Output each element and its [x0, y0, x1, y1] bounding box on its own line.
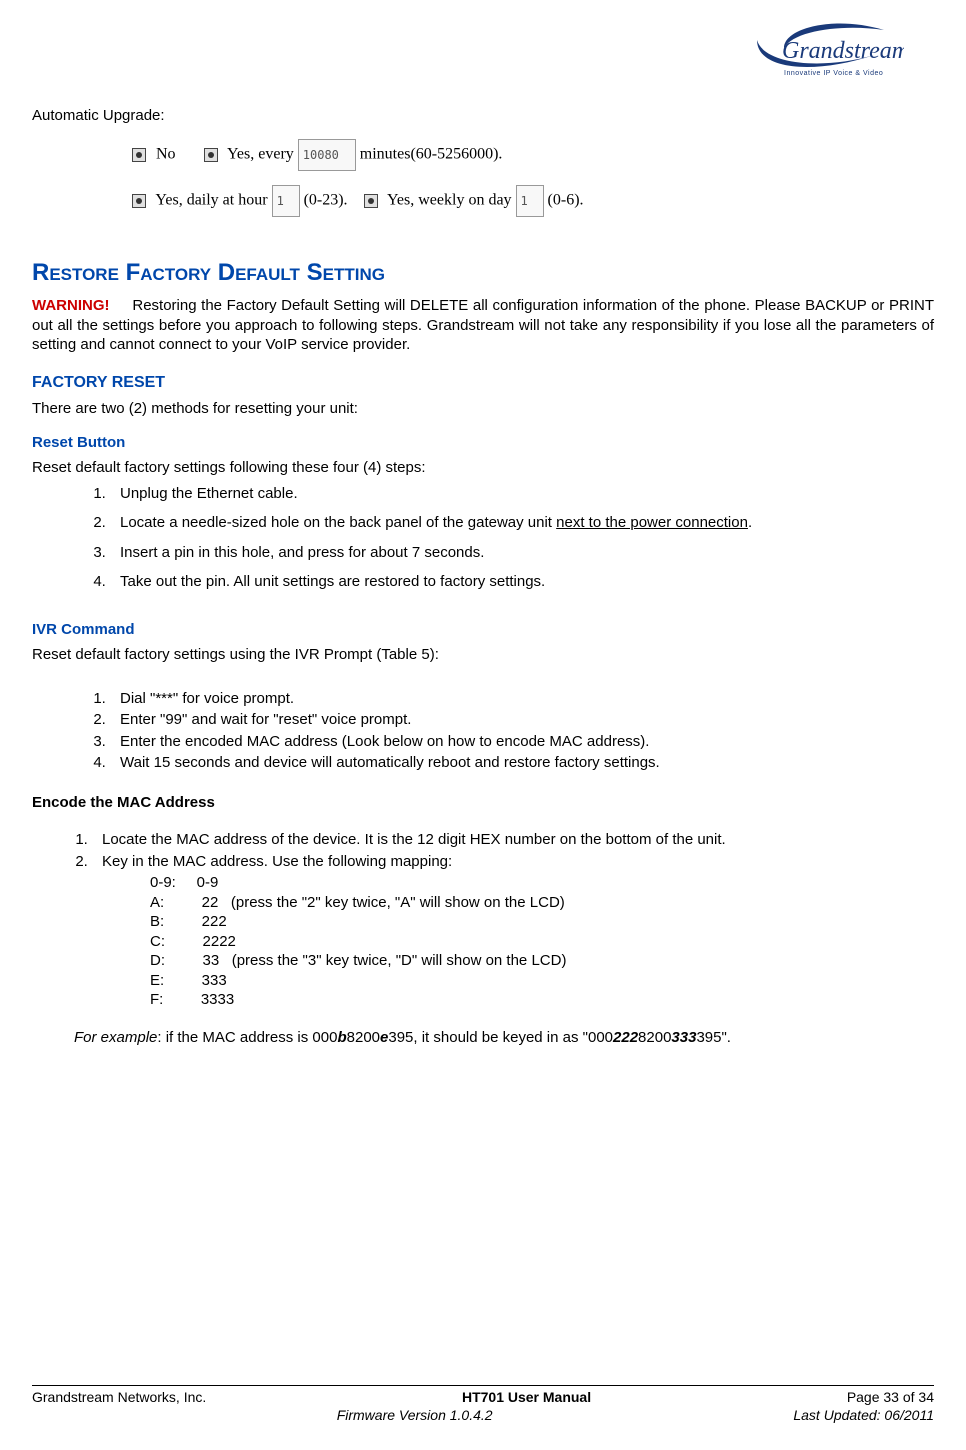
opt-daily-post: (0-23).: [304, 192, 348, 209]
ivr-intro: Reset default factory settings using the…: [32, 645, 934, 665]
step-text: Locate a needle-sized hole on the back p…: [120, 514, 556, 531]
footer-updated: Last Updated: 06/2011: [793, 1406, 934, 1424]
mapping-row: 0-9: 0-9: [150, 873, 934, 893]
step-text: .: [748, 514, 752, 531]
step-text: Wait 15 seconds and device will automati…: [120, 754, 660, 771]
day-input[interactable]: 1: [516, 185, 544, 217]
opt-weekly-post: (0-6).: [548, 192, 584, 209]
list-item: Unplug the Ethernet cable.: [110, 484, 934, 504]
example-label: For example: [74, 1029, 157, 1046]
step-text: Take out the pin. All unit settings are …: [120, 573, 545, 590]
example-bold: 222: [613, 1029, 638, 1046]
example-bold: b: [337, 1029, 346, 1046]
upgrade-row-2: Yes, daily at hour 1 (0-23). Yes, weekly…: [32, 185, 934, 217]
restore-heading: Restore Factory Default Setting: [32, 257, 934, 288]
example-text: 8200: [638, 1029, 671, 1046]
example-bold: 333: [671, 1029, 696, 1046]
ivr-steps-list: Dial "***" for voice prompt. Enter "99" …: [32, 689, 934, 773]
ivr-heading: IVR Command: [32, 620, 934, 640]
reset-button-intro: Reset default factory settings following…: [32, 458, 934, 478]
list-item: Locate the MAC address of the device. It…: [92, 830, 934, 850]
radio-daily-icon[interactable]: [132, 194, 146, 208]
opt-every-pre: Yes, every: [227, 146, 294, 163]
warning-text: Restoring the Factory Default Setting wi…: [32, 297, 934, 353]
mapping-row: A: 22 (press the "2" key twice, "A" will…: [150, 893, 934, 913]
list-item: Enter the encoded MAC address (Look belo…: [110, 732, 934, 752]
reset-button-heading: Reset Button: [32, 433, 934, 453]
encode-steps-list: Locate the MAC address of the device. It…: [32, 830, 934, 871]
list-item: Dial "***" for voice prompt.: [110, 689, 934, 709]
warning-label: WARNING!: [32, 297, 110, 314]
radio-weekly-icon[interactable]: [364, 194, 378, 208]
reset-steps-list: Unplug the Ethernet cable. Locate a need…: [32, 484, 934, 592]
grandstream-logo-icon: Grandstream Innovative IP Voice & Video: [754, 20, 904, 82]
methods-intro: There are two (2) methods for resetting …: [32, 399, 934, 419]
example-text: 395, it should be keyed in as "000: [388, 1029, 613, 1046]
header-logo: Grandstream Innovative IP Voice & Video: [32, 20, 934, 98]
opt-weekly-pre: Yes, weekly on day: [387, 192, 512, 209]
footer-page: Page 33 of 34: [847, 1388, 934, 1406]
automatic-upgrade-label: Automatic Upgrade:: [32, 106, 934, 126]
example-text: 8200: [347, 1029, 380, 1046]
example-paragraph: For example: if the MAC address is 000b8…: [32, 1028, 934, 1048]
step-text-underline: next to the power connection: [556, 514, 748, 531]
mapping-row: B: 222: [150, 912, 934, 932]
svg-text:Grandstream: Grandstream: [782, 38, 904, 64]
step-text: Unplug the Ethernet cable.: [120, 485, 298, 502]
example-text: 395".: [696, 1029, 731, 1046]
opt-no-label: No: [156, 146, 176, 163]
mapping-row: C: 2222: [150, 932, 934, 952]
radio-every-icon[interactable]: [204, 148, 218, 162]
footer-title: HT701 User Manual: [206, 1388, 847, 1406]
minutes-input[interactable]: 10080: [298, 139, 356, 171]
mac-mapping-table: 0-9: 0-9 A: 22 (press the "2" key twice,…: [32, 873, 934, 1010]
footer-company: Grandstream Networks, Inc.: [32, 1388, 206, 1406]
list-item: Take out the pin. All unit settings are …: [110, 572, 934, 592]
list-item: Wait 15 seconds and device will automati…: [110, 753, 934, 773]
factory-reset-heading: FACTORY RESET: [32, 373, 934, 394]
step-text: Enter the encoded MAC address (Look belo…: [120, 733, 649, 750]
warning-paragraph: WARNING! Restoring the Factory Default S…: [32, 296, 934, 355]
upgrade-row-1: No Yes, every 10080 minutes(60-5256000).: [32, 139, 934, 171]
list-item: Enter "99" and wait for "reset" voice pr…: [110, 710, 934, 730]
page-footer: Grandstream Networks, Inc. HT701 User Ma…: [32, 1385, 934, 1424]
mapping-row: D: 33 (press the "3" key twice, "D" will…: [150, 951, 934, 971]
mapping-row: F: 3333: [150, 990, 934, 1010]
logo-tagline: Innovative IP Voice & Video: [784, 70, 883, 77]
step-text: Key in the MAC address. Use the followin…: [102, 853, 452, 870]
footer-version: Firmware Version 1.0.4.2: [36, 1406, 793, 1424]
step-text: Locate the MAC address of the device. It…: [102, 831, 726, 848]
list-item: Key in the MAC address. Use the followin…: [92, 852, 934, 872]
hour-input[interactable]: 1: [272, 185, 300, 217]
step-text: Dial "***" for voice prompt.: [120, 690, 294, 707]
opt-daily-pre: Yes, daily at hour: [155, 192, 267, 209]
list-item: Insert a pin in this hole, and press for…: [110, 543, 934, 563]
list-item: Locate a needle-sized hole on the back p…: [110, 513, 934, 533]
encode-heading: Encode the MAC Address: [32, 793, 934, 813]
example-text: : if the MAC address is 000: [157, 1029, 337, 1046]
step-text: Enter "99" and wait for "reset" voice pr…: [120, 711, 411, 728]
step-text: Insert a pin in this hole, and press for…: [120, 544, 484, 561]
radio-no-icon[interactable]: [132, 148, 146, 162]
mapping-row: E: 333: [150, 971, 934, 991]
opt-every-post: minutes(60-5256000).: [360, 146, 503, 163]
